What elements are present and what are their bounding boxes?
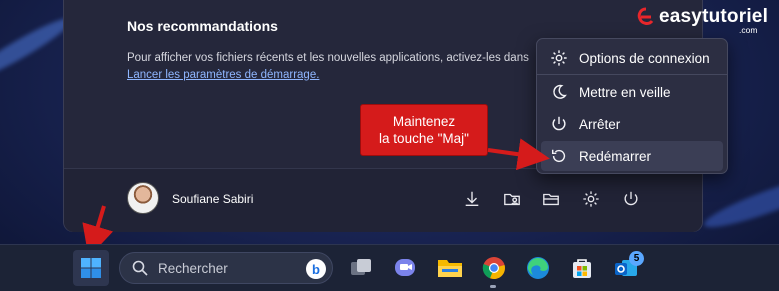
instruction-callout: Maintenez la touche "Maj" <box>360 104 488 156</box>
taskbar-search-box[interactable]: Rechercher b <box>119 252 333 284</box>
power-menu-item-restart[interactable]: Redémarrer <box>541 141 723 171</box>
notification-badge: 5 <box>629 251 644 266</box>
file-explorer-taskbar-icon[interactable] <box>432 250 468 286</box>
callout-line-1: Maintenez <box>392 114 456 129</box>
microsoft-store-icon[interactable] <box>564 250 600 286</box>
folder-user-icon[interactable] <box>501 188 523 210</box>
search-placeholder: Rechercher <box>158 260 228 276</box>
running-indicator <box>490 285 496 288</box>
power-menu: Options de connexion Mettre en veille Ar… <box>536 38 728 174</box>
power-icon[interactable] <box>620 188 642 210</box>
moon-icon <box>547 80 571 104</box>
bing-icon[interactable]: b <box>306 259 326 279</box>
power-menu-label: Options de connexion <box>579 50 710 66</box>
wallpaper-streak <box>700 166 779 236</box>
chrome-icon[interactable] <box>476 250 512 286</box>
user-name[interactable]: Soufiane Sabiri <box>172 192 253 206</box>
power-menu-item-sign-in-options[interactable]: Options de connexion <box>541 43 723 73</box>
start-menu-footer <box>64 168 702 232</box>
settings-gear-icon[interactable] <box>580 188 602 210</box>
power-menu-label: Redémarrer <box>579 148 652 164</box>
power-menu-item-sleep[interactable]: Mettre en veille <box>541 77 723 107</box>
recommendations-text: Pour afficher vos fichiers récents et le… <box>127 52 529 64</box>
callout-line-2: la touche "Maj" <box>379 131 469 146</box>
windows-logo-icon <box>81 258 101 278</box>
power-menu-item-shutdown[interactable]: Arrêter <box>541 109 723 139</box>
restart-icon <box>547 144 571 168</box>
logo-mark-icon <box>637 7 654 25</box>
download-icon[interactable] <box>461 188 483 210</box>
start-button[interactable] <box>73 250 109 286</box>
task-view-icon[interactable] <box>343 250 379 286</box>
power-menu-label: Arrêter <box>579 116 621 132</box>
easytutoriel-logo: easytutoriel .com <box>637 6 768 35</box>
avatar[interactable] <box>127 182 159 214</box>
edge-icon[interactable] <box>520 250 556 286</box>
recommendations-title: Nos recommandations <box>127 18 278 34</box>
file-explorer-icon[interactable] <box>540 188 562 210</box>
gear-icon <box>547 46 571 70</box>
power-menu-label: Mettre en veille <box>579 84 671 100</box>
start-settings-link[interactable]: Lancer les paramètres de démarrage. <box>127 69 319 81</box>
menu-divider <box>537 74 727 75</box>
teams-chat-icon[interactable] <box>387 250 423 286</box>
search-icon <box>132 260 148 276</box>
logo-suffix: .com <box>739 25 758 35</box>
power-icon <box>547 112 571 136</box>
